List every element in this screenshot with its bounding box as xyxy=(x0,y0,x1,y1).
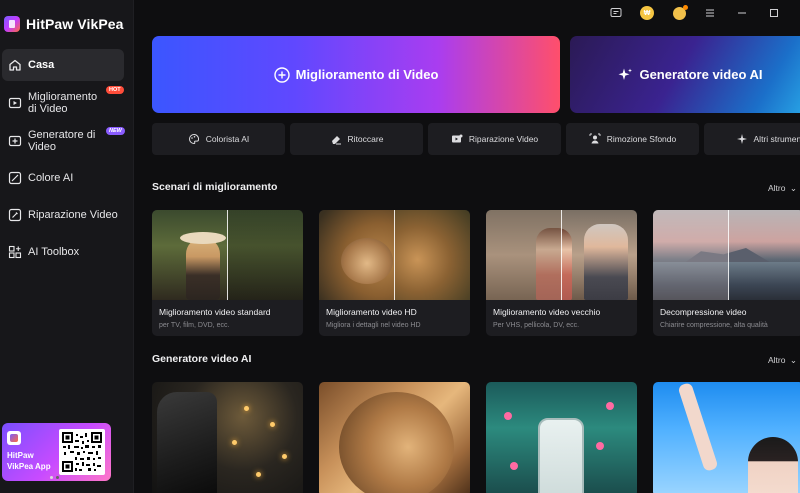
card-subtitle: Chiarire compressione, alta qualità xyxy=(660,322,768,329)
tool-colorista-ai[interactable]: Colorista AI xyxy=(152,123,285,155)
repair-icon xyxy=(451,133,463,145)
app-logo-icon xyxy=(4,16,20,32)
thumbnail-image xyxy=(152,210,303,300)
scenario-card-hd[interactable]: Miglioramento video HD Migliora i dettag… xyxy=(319,210,470,336)
scenario-card-old-video[interactable]: Miglioramento video vecchio Per VHS, pel… xyxy=(486,210,637,336)
section-title-scenari: Scenari di miglioramento xyxy=(152,181,278,193)
app-promo-card[interactable]: HitPaw VikPea App xyxy=(2,423,111,481)
background-remove-icon xyxy=(589,133,601,145)
user-avatar-icon[interactable] xyxy=(671,4,688,21)
sidebar-item-label: Casa xyxy=(28,59,55,71)
card-title: Miglioramento video standard xyxy=(159,307,271,317)
video-enhance-icon xyxy=(8,96,22,110)
tool-riparazione-video[interactable]: Riparazione Video xyxy=(428,123,561,155)
card-title: Decompressione video xyxy=(660,307,747,317)
palette-icon xyxy=(188,133,200,145)
thumbnail-image xyxy=(486,210,637,300)
tool-ritoccare[interactable]: Ritoccare xyxy=(290,123,423,155)
promo-carousel-dots[interactable] xyxy=(50,476,59,479)
toolbox-icon xyxy=(8,245,22,259)
hero-label: Generatore video AI xyxy=(639,67,763,82)
video-enhance-hero-button[interactable]: Miglioramento di Video xyxy=(152,36,560,113)
tool-label: Altri strumenti xyxy=(753,134,800,144)
coin-icon[interactable]: ₩ xyxy=(639,5,655,21)
generator-card-lion[interactable] xyxy=(319,382,470,493)
app-logo-icon xyxy=(7,431,21,445)
chevron-down-icon: ⌄ xyxy=(789,355,797,365)
card-subtitle: Migliora i dettagli nel video HD xyxy=(326,322,421,329)
sparkle-icon xyxy=(736,133,748,145)
sidebar-item-ai-toolbox[interactable]: AI Toolbox xyxy=(2,236,124,268)
new-badge: New xyxy=(106,127,125,135)
minimize-icon[interactable] xyxy=(734,5,750,21)
sidebar-item-colore-ai[interactable]: Colore AI xyxy=(2,162,124,194)
card-title: Miglioramento video vecchio xyxy=(493,307,601,317)
tool-label: Ritoccare xyxy=(347,134,384,144)
app-name: HitPaw VikPea xyxy=(26,16,124,32)
thumbnail-image xyxy=(319,210,470,300)
card-subtitle: per TV, film, DVD, ecc. xyxy=(159,322,230,329)
title-bar: ₩ xyxy=(134,0,800,26)
chevron-down-icon: ⌄ xyxy=(789,183,797,193)
video-repair-icon xyxy=(8,208,22,222)
more-label: Altro xyxy=(768,355,786,365)
hot-badge: Hot xyxy=(106,86,124,94)
home-icon xyxy=(8,58,22,72)
tool-rimozione-sfondo[interactable]: Rimozione Sfondo xyxy=(566,123,699,155)
menu-icon[interactable] xyxy=(702,5,718,21)
sidebar-item-label: Riparazione Video xyxy=(28,209,118,221)
tool-label: Riparazione Video xyxy=(468,134,539,144)
scenario-cards: Miglioramento video standard per TV, fil… xyxy=(152,210,800,336)
generator-card-knight[interactable] xyxy=(152,382,303,493)
eraser-icon xyxy=(330,133,342,145)
section-title-generatore: Generatore video AI xyxy=(152,353,252,365)
more-link-generatore[interactable]: Altro ⌄ xyxy=(768,355,797,366)
sidebar-item-label: Colore AI xyxy=(28,172,74,184)
main-content: Miglioramento di Video Generatore video … xyxy=(134,26,800,493)
scenario-card-standard[interactable]: Miglioramento video standard per TV, fil… xyxy=(152,210,303,336)
hero-label: Miglioramento di Video xyxy=(295,67,439,82)
maximize-icon[interactable] xyxy=(766,5,782,21)
sidebar-nav: Casa Miglioramento di Video Hot Generato… xyxy=(0,49,134,273)
plus-circle-icon xyxy=(273,66,290,83)
video-generator-icon xyxy=(8,134,22,148)
feedback-icon[interactable] xyxy=(608,5,624,21)
more-label: Altro xyxy=(768,183,786,193)
tool-label: Rimozione Sfondo xyxy=(606,134,677,144)
card-subtitle: Per VHS, pellicola, DV, ecc. xyxy=(493,322,580,329)
generator-cards xyxy=(152,382,800,493)
qr-code xyxy=(59,429,105,475)
sidebar-item-label: AI Toolbox xyxy=(28,246,80,258)
sidebar-item-casa[interactable]: Casa xyxy=(2,49,124,81)
tool-label: Colorista AI xyxy=(205,134,250,144)
more-link-scenari[interactable]: Altro ⌄ xyxy=(768,183,797,194)
sidebar-item-generatore-video[interactable]: Generatore di Video New xyxy=(2,125,125,157)
sidebar-item-riparazione-video[interactable]: Riparazione Video xyxy=(2,199,124,231)
generator-card-girl[interactable] xyxy=(653,382,800,493)
tools-row: Colorista AI Ritoccare Riparazione Video… xyxy=(152,123,800,155)
sparkle-icon xyxy=(617,67,633,83)
brand: HitPaw VikPea xyxy=(0,12,124,36)
ai-video-generator-hero-button[interactable]: Generatore video AI xyxy=(570,36,800,113)
promo-text: HitPaw VikPea App xyxy=(7,451,51,471)
color-icon xyxy=(8,171,22,185)
thumbnail-image xyxy=(653,210,800,300)
sidebar: HitPaw VikPea Casa Miglioramento di Vide… xyxy=(0,0,134,493)
tool-altri-strumenti[interactable]: Altri strumenti xyxy=(704,123,800,155)
carousel-dot[interactable] xyxy=(50,476,53,479)
card-title: Miglioramento video HD xyxy=(326,307,417,317)
generator-card-phone-booth[interactable] xyxy=(486,382,637,493)
sidebar-item-miglioramento-video[interactable]: Miglioramento di Video Hot xyxy=(2,86,124,120)
carousel-dot[interactable] xyxy=(56,476,59,479)
sidebar-item-label: Miglioramento di Video xyxy=(28,91,98,115)
scenario-card-decompression[interactable]: Decompressione video Chiarire compressio… xyxy=(653,210,800,336)
